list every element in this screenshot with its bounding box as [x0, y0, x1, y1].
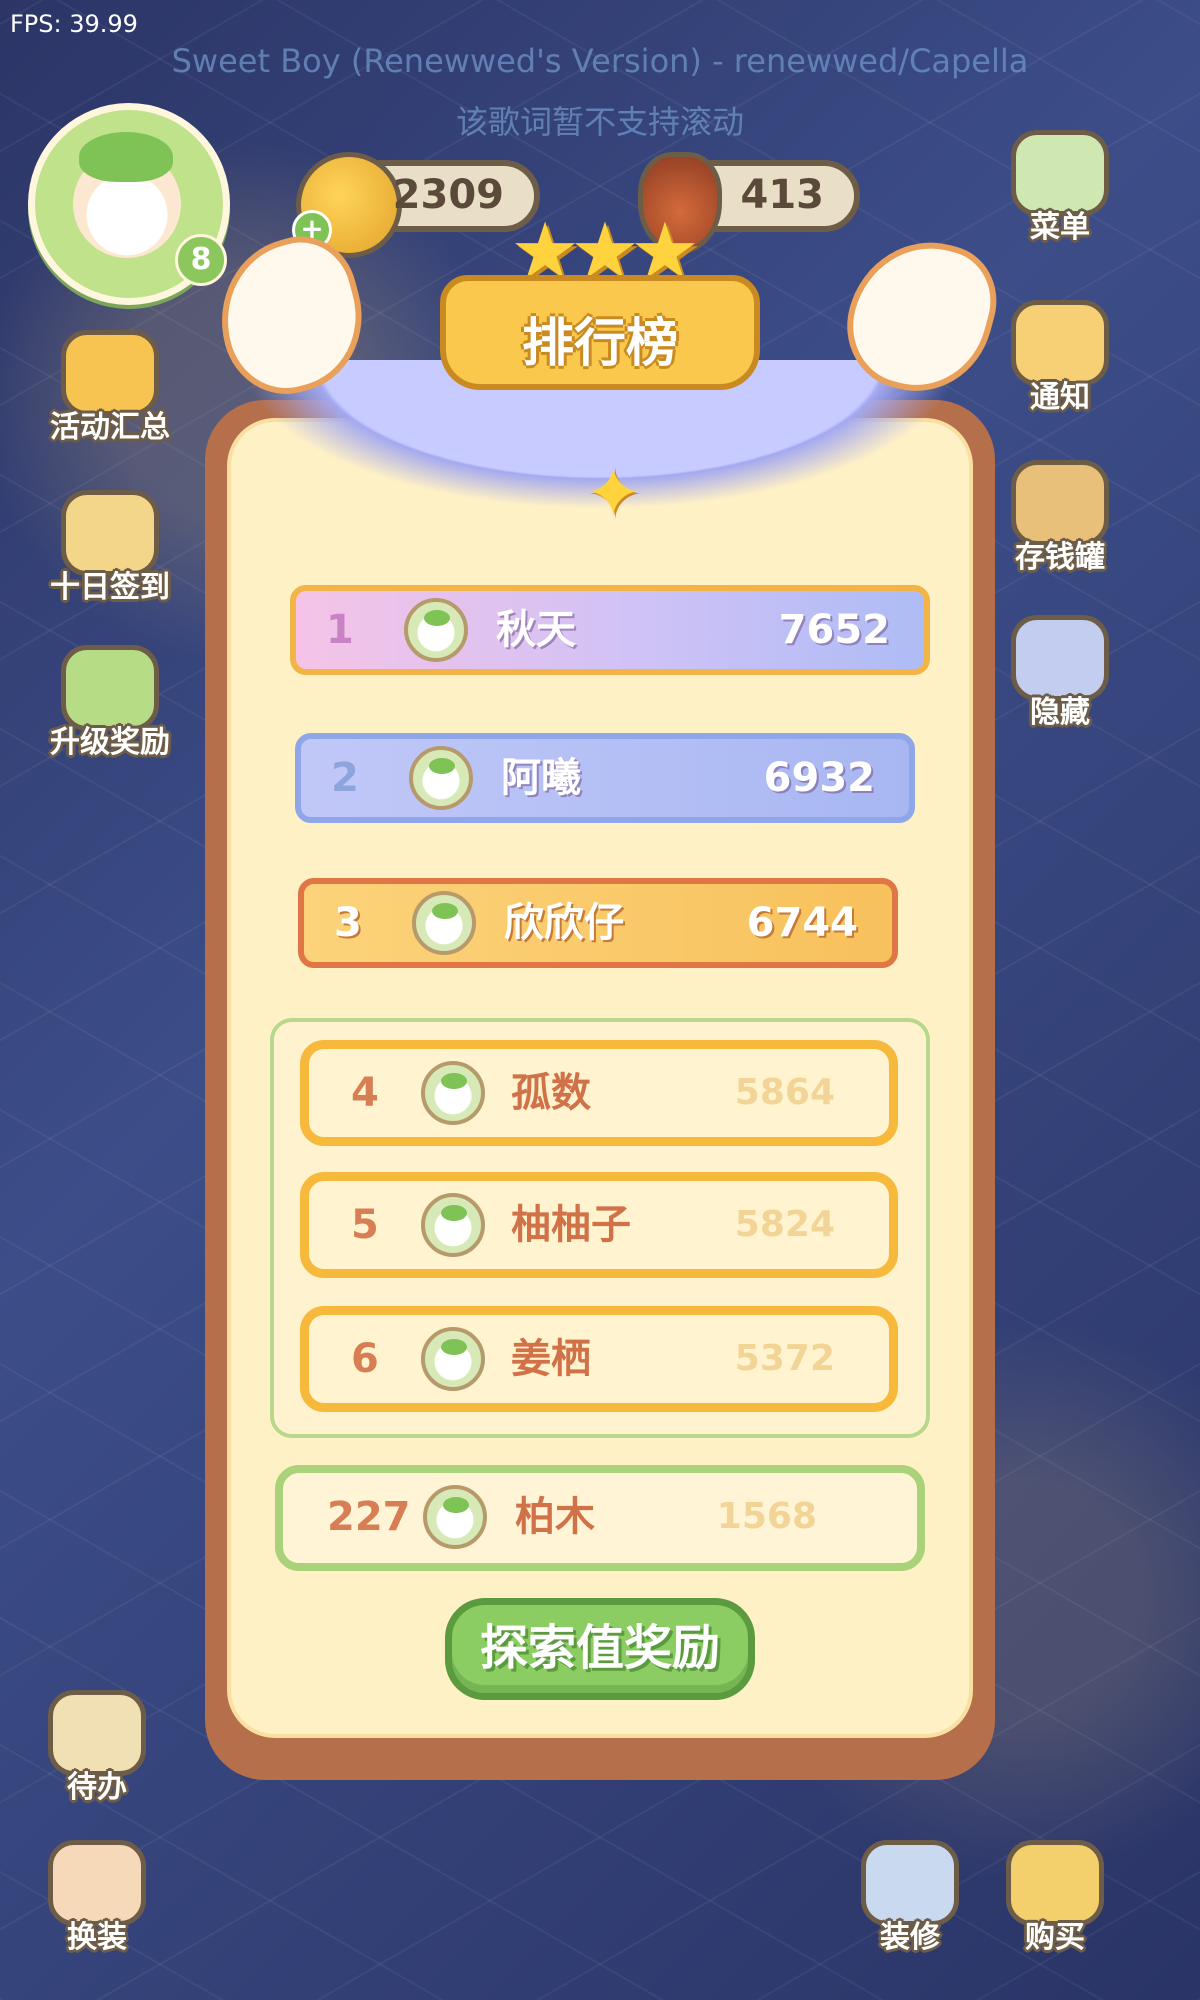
- my-rank-row[interactable]: 227 柏木 1568: [275, 1465, 925, 1571]
- player-level-badge: 8: [175, 234, 227, 286]
- menu-button[interactable]: 菜单: [1005, 130, 1115, 245]
- fps-counter: FPS: 39.99: [10, 10, 138, 38]
- player-score: 5372: [734, 1338, 835, 1379]
- leaderboard-row-3[interactable]: 3 欣欣仔 6744: [298, 878, 898, 968]
- upgrade-reward-button[interactable]: 升级奖励: [50, 645, 170, 760]
- exploration-reward-button[interactable]: 探索值奖励: [445, 1598, 755, 1700]
- player-score: 6744: [746, 900, 858, 946]
- song-title: Sweet Boy (Renewwed's Version) - renewwe…: [171, 42, 1029, 80]
- player-score: 1568: [716, 1496, 817, 1537]
- leaf-hat-icon: [79, 132, 173, 182]
- rank-number: 3: [334, 900, 362, 946]
- player-name: 孤数: [511, 1070, 591, 1116]
- sparkle-icon: ✦: [584, 452, 643, 534]
- buy-button[interactable]: 购买: [1000, 1840, 1110, 1955]
- player-score: 6932: [763, 755, 875, 801]
- todo-button[interactable]: 待办: [42, 1690, 152, 1805]
- player-name: 柚柚子: [511, 1202, 631, 1248]
- leaderboard-row-2[interactable]: 2 阿曦 6932: [295, 733, 915, 823]
- activities-button[interactable]: 活动汇总: [50, 330, 170, 445]
- player-avatar-icon: [423, 1485, 487, 1549]
- rank-number: 2: [331, 755, 359, 801]
- rank-number: 5: [351, 1202, 379, 1248]
- player-avatar-icon: [421, 1327, 485, 1391]
- player-name: 阿曦: [501, 755, 581, 801]
- player-name: 柏木: [515, 1494, 595, 1540]
- player-avatar-icon: [421, 1193, 485, 1257]
- rank-number: 4: [351, 1070, 379, 1116]
- notice-button[interactable]: 通知: [1005, 300, 1115, 415]
- player-name: 欣欣仔: [504, 900, 624, 946]
- piggybank-button[interactable]: 存钱罐: [1005, 460, 1115, 575]
- player-avatar-icon: [421, 1061, 485, 1125]
- leaderboard-row-1[interactable]: 1 秋天 7652: [290, 585, 930, 675]
- leaderboard-row-4[interactable]: 4 孤数 5864: [300, 1040, 898, 1146]
- rank-number: 227: [327, 1494, 411, 1540]
- player-avatar-icon: [412, 891, 476, 955]
- player-avatar-icon: [409, 746, 473, 810]
- checkin-button[interactable]: 十日签到: [50, 490, 170, 605]
- leaderboard-row-5[interactable]: 5 柚柚子 5824: [300, 1172, 898, 1278]
- leaderboard-title: 排行榜: [521, 314, 678, 374]
- player-name: 秋天: [496, 607, 576, 653]
- rank-number: 6: [351, 1336, 379, 1382]
- decorate-button[interactable]: 装修: [855, 1840, 965, 1955]
- hide-button[interactable]: 隐藏: [1005, 615, 1115, 730]
- leaderboard-banner: 排行榜: [440, 275, 760, 390]
- meat-amount: 413: [740, 172, 825, 218]
- player-name: 姜栖: [511, 1336, 591, 1382]
- dress-up-button[interactable]: 换装: [42, 1840, 152, 1955]
- player-score: 5864: [734, 1072, 835, 1113]
- rank-number: 1: [326, 607, 354, 653]
- leaderboard-row-6[interactable]: 6 姜栖 5372: [300, 1306, 898, 1412]
- player-score: 7652: [778, 607, 890, 653]
- player-score: 5824: [734, 1204, 835, 1245]
- player-avatar-button[interactable]: 8: [28, 103, 230, 305]
- player-avatar-icon: [404, 598, 468, 662]
